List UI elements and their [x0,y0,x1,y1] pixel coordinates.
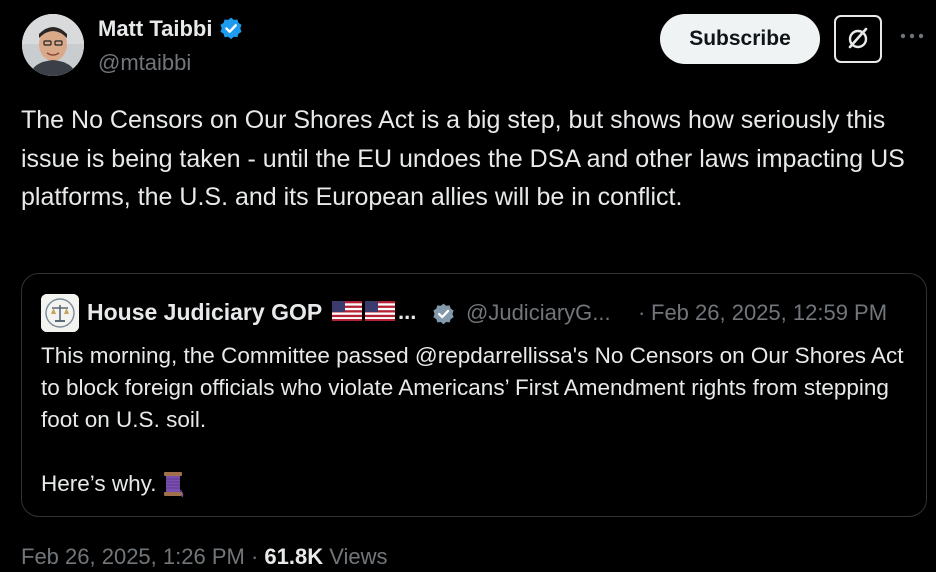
us-flag-icon [365,301,395,321]
quoted-author-name[interactable]: House Judiciary GOP [87,299,322,326]
verified-badge-icon [218,16,244,42]
tweet-timestamp[interactable]: Feb 26, 2025, 1:26 PM [21,544,245,569]
tweet-footer: Feb 26, 2025, 1:26 PM · 61.8K Views [21,544,388,570]
more-options-icon[interactable] [898,22,926,50]
quoted-name-ellipsis: ... [398,299,417,324]
quoted-separator: · [638,300,646,325]
quoted-text-line2: Here’s why. [41,468,184,500]
author-name[interactable]: Matt Taibbi [98,16,212,42]
thread-spool-icon [162,470,184,498]
quoted-date[interactable]: Feb 26, 2025, 12:59 PM [651,300,887,326]
quoted-tweet-card[interactable]: House Judiciary GOP ... @JudiciaryG... · [21,273,927,517]
grok-icon [848,27,868,49]
grok-button[interactable] [834,15,882,63]
flags-row [332,301,395,321]
quoted-author-handle[interactable]: @JudiciaryG... [466,300,611,326]
subscribe-button[interactable]: Subscribe [660,14,820,64]
quoted-text: This morning, the Committee passed @repd… [41,343,904,432]
author-avatar[interactable] [22,14,84,76]
quoted-verified-icon [431,302,456,327]
us-flag-icon [332,301,362,321]
tweet-text: The No Censors on Our Shores Act is a bi… [21,106,905,211]
author-handle[interactable]: @mtaibbi [98,50,191,76]
footer-separator: · [250,544,259,569]
author-name-row[interactable]: Matt Taibbi [98,16,244,42]
views-label: Views [329,544,388,569]
quoted-text-here-why: Here’s why. [41,471,157,496]
views-count: 61.8K [264,544,324,569]
quoted-avatar [41,294,79,332]
